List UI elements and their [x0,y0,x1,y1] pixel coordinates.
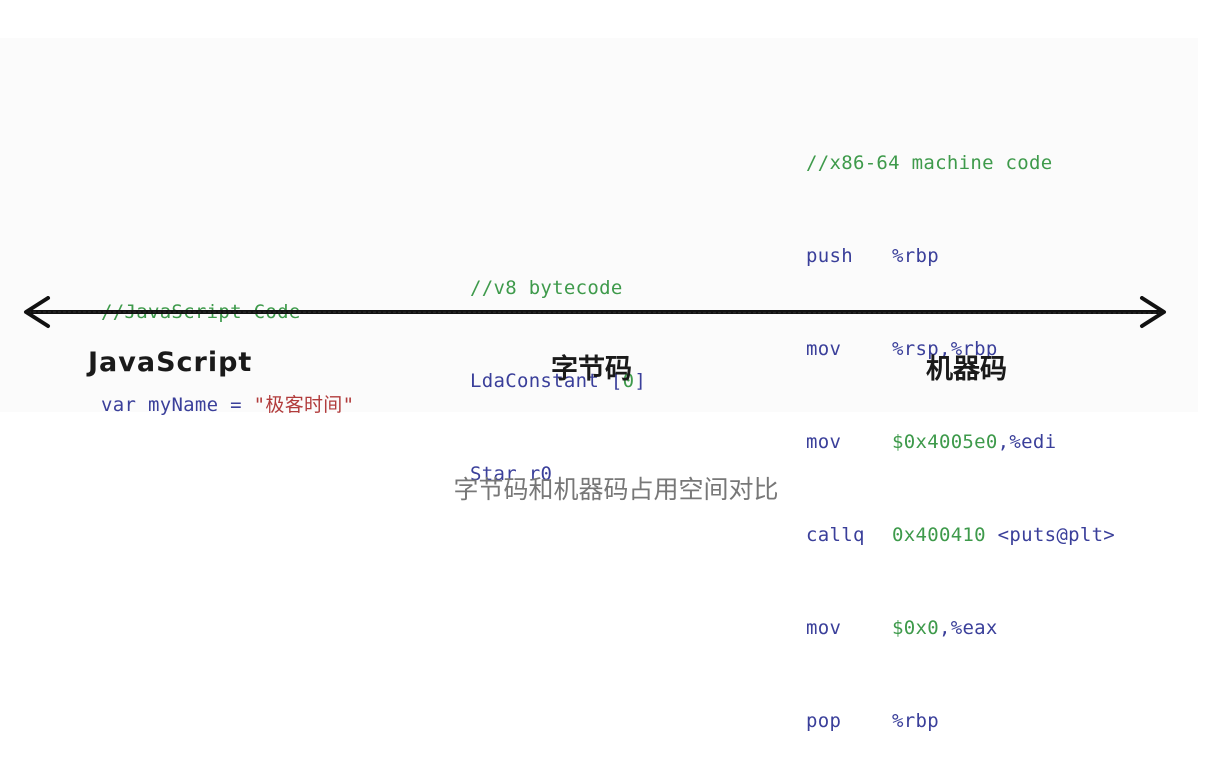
javascript-code-block: //JavaScript Code var myName = "极客时间" [101,235,354,452]
machine-code-line: mov $0x4005e0,%edi [806,427,1115,458]
operands: %rbp [892,710,939,732]
address-operand: 0x400410 [892,524,986,546]
figure-caption: 字节码和机器码占用空间对比 [453,475,779,504]
axis-label-bytecode: 字节码 [551,354,632,385]
javascript-statement: var myName = "极客时间" [101,390,354,421]
opcode: mov [806,431,842,453]
string-literal: "极客时间" [253,394,355,416]
machine-code-line: pop %rbp [806,706,1115,737]
opcode: callq [806,524,865,546]
double-arrow-axis [24,296,1166,328]
immediate-operand: $0x4005e0 [892,431,998,453]
register-operand: ,%eax [938,617,998,639]
bracket-close: ] [634,370,647,392]
equals-sign: = [230,394,242,416]
axis-label-machine-code: 机器码 [926,354,1007,385]
machine-code-line: push %rbp [806,241,1115,272]
machine-code-comment: //x86-64 machine code [806,152,1053,174]
opcode: mov [806,617,842,639]
symbol-operand: <puts@plt> [985,524,1116,546]
opcode: mov [806,338,842,360]
machine-code-line: mov $0x0,%eax [806,613,1115,644]
register-operand: ,%edi [997,431,1057,453]
immediate-operand: $0x0 [892,617,939,639]
machine-code-block: //x86-64 machine code push %rbp mov %rsp,%… [806,86,1115,768]
operands: %rbp [892,245,939,267]
identifier: myName [147,394,219,416]
opcode: push [806,245,853,267]
opcode: pop [806,710,842,732]
machine-code-line: callq 0x400410 <puts@plt> [806,520,1115,551]
axis-label-javascript: JavaScript [88,347,253,378]
var-keyword: var [101,394,137,416]
